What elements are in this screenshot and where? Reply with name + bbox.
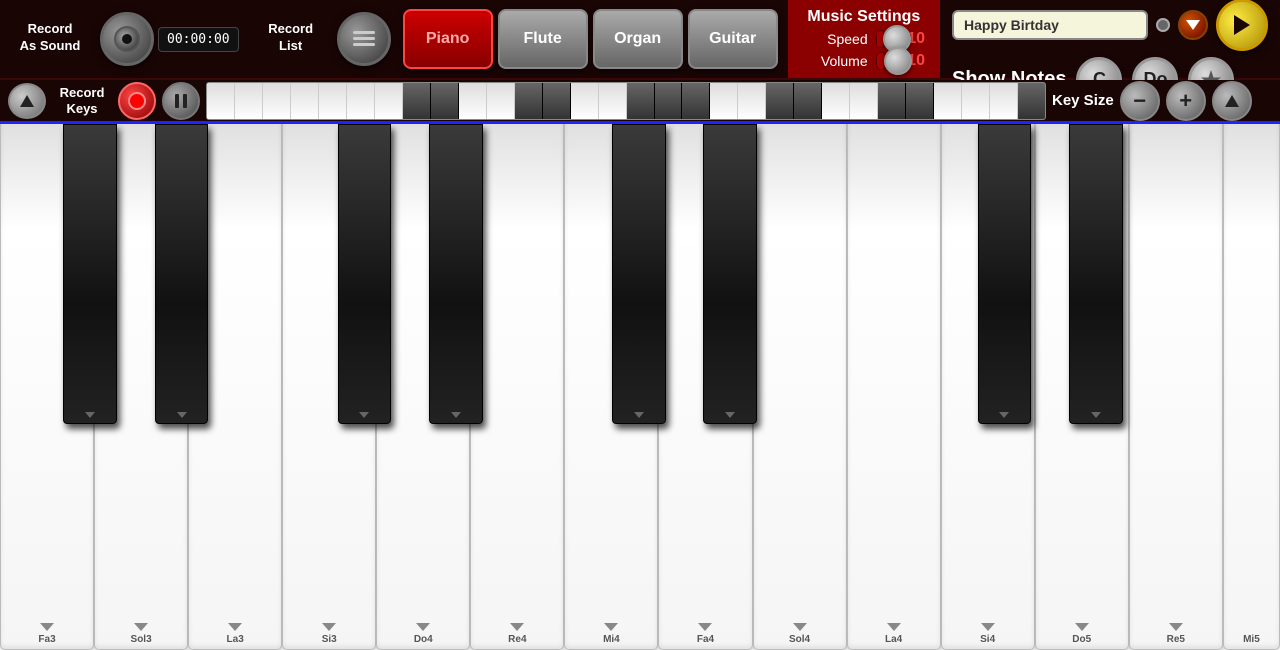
flute-button[interactable]: Flute — [498, 9, 588, 69]
key-re5[interactable]: Re5 — [1129, 124, 1223, 650]
black-key-lab4[interactable] — [703, 124, 757, 424]
pause-button[interactable] — [162, 82, 200, 120]
key-size-label: Key Size — [1052, 92, 1114, 109]
speed-slider-track[interactable] — [876, 30, 887, 48]
mini-keyboard — [206, 82, 1046, 120]
key-sol4[interactable]: Sol4 — [753, 124, 847, 650]
pause-icon — [174, 93, 188, 109]
music-control: Music Control Happy Birtday — [940, 0, 1280, 78]
organ-button[interactable]: Organ — [593, 9, 683, 69]
music-settings: Music Settings Speed 10 Volume 10 — [788, 0, 940, 78]
play-button[interactable] — [1216, 0, 1268, 51]
up-arrow-icon — [19, 94, 35, 108]
key-size-plus-button[interactable]: + — [1166, 81, 1206, 121]
key-la4[interactable]: La4 — [847, 124, 941, 650]
key-mi5[interactable]: Mi5 — [1223, 124, 1280, 650]
piano-button[interactable]: Piano — [403, 9, 493, 69]
guitar-button[interactable]: Guitar — [688, 9, 778, 69]
key-re4[interactable]: Re4 — [470, 124, 564, 650]
record-as-sound-section: RecordAs Sound — [0, 17, 100, 61]
speed-label: Speed — [803, 31, 868, 47]
timer-display: 00:00:00 — [158, 27, 239, 52]
black-key-mib5[interactable] — [1069, 124, 1123, 424]
black-key-reb4[interactable] — [338, 124, 392, 424]
song-select[interactable]: Happy Birtday — [952, 10, 1148, 40]
record-keys-label: RecordKeys — [52, 85, 112, 116]
key-size-minus-button[interactable]: − — [1120, 81, 1160, 121]
black-keys-overlay — [0, 124, 1280, 424]
volume-slider-track[interactable] — [876, 52, 887, 70]
record-list-section: RecordList — [251, 21, 331, 57]
black-key-solb4[interactable] — [612, 124, 666, 424]
record-as-sound-label: RecordAs Sound — [20, 21, 81, 55]
song-dot — [1156, 18, 1170, 32]
black-key-lab3[interactable] — [155, 124, 209, 424]
record-list-button[interactable] — [337, 12, 391, 66]
record-list-label: RecordList — [268, 21, 313, 55]
black-key-mib4[interactable] — [429, 124, 483, 424]
scroll-up-button[interactable] — [8, 83, 46, 119]
key-size-arrow-icon — [1224, 94, 1240, 108]
key-size-up-button[interactable] — [1212, 81, 1252, 121]
list-icon — [351, 28, 377, 50]
volume-slider-thumb[interactable] — [884, 47, 912, 75]
instrument-buttons: Piano Flute Organ Guitar — [403, 9, 778, 69]
piano-area: Fa3 Sol3 La3 Si3 — [0, 124, 1280, 650]
record-keys-button[interactable] — [118, 82, 156, 120]
dropdown-arrow-button[interactable] — [1178, 10, 1208, 40]
black-key-reb5[interactable] — [978, 124, 1032, 424]
key-size-section: Key Size − + — [1052, 81, 1272, 121]
dropdown-icon — [1186, 20, 1200, 30]
volume-label: Volume — [803, 53, 868, 69]
middle-bar: RecordKeys — [0, 80, 1280, 124]
play-icon — [1232, 14, 1252, 36]
record-button[interactable] — [100, 12, 154, 66]
music-settings-title: Music Settings — [807, 8, 920, 26]
black-key-solb3[interactable] — [63, 124, 117, 424]
